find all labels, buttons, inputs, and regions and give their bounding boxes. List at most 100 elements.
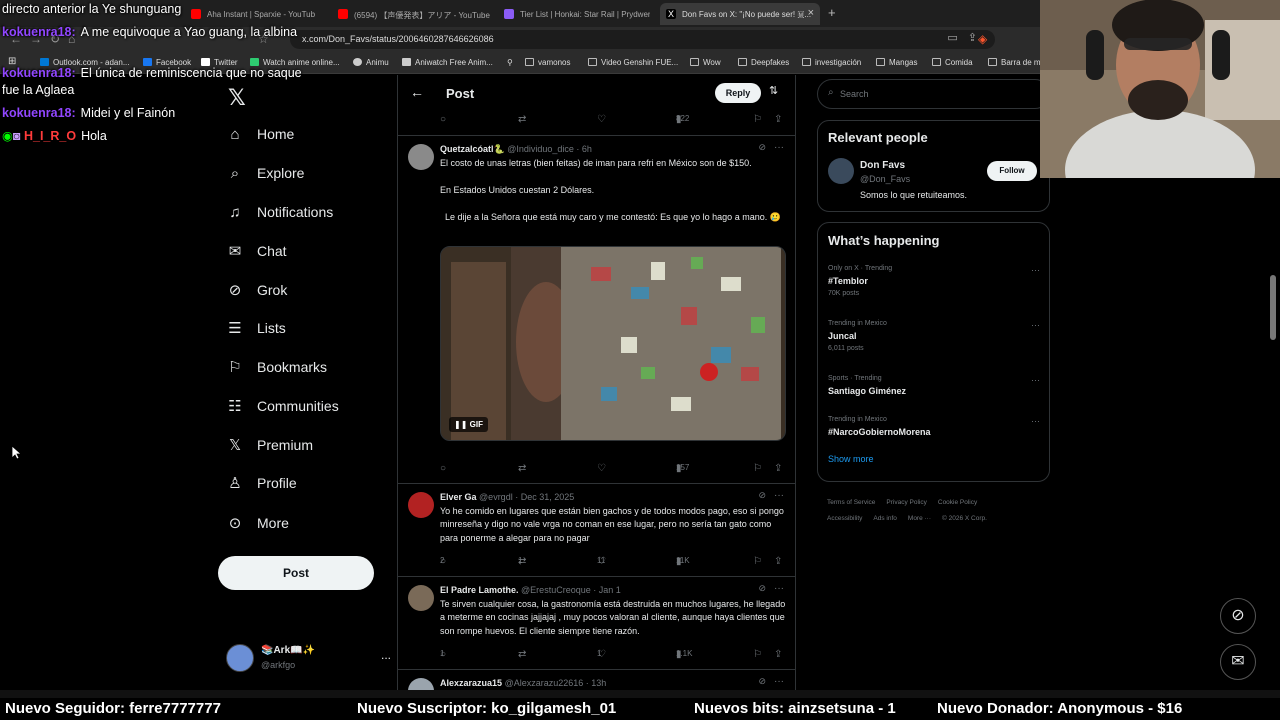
nav-lists[interactable]: ☰ Lists bbox=[226, 313, 286, 343]
bookmark-folder-deepfakes[interactable]: Deepfakes bbox=[738, 58, 789, 67]
bookmark-aniwatch[interactable]: Aniwatch Free Anim... bbox=[402, 58, 493, 67]
prydwen-icon bbox=[504, 9, 514, 19]
tab-prydwen[interactable]: Tier List | Honkai: Star Rail | Prydwen bbox=[498, 3, 650, 25]
avatar[interactable] bbox=[828, 158, 854, 184]
bookmark-folder-barra[interactable]: Barra de m bbox=[988, 58, 1041, 67]
filter-icon[interactable]: ⇅ bbox=[769, 84, 778, 97]
person-icon: ♙ bbox=[228, 475, 242, 492]
nav-premium[interactable]: 𝕏 Premium bbox=[226, 430, 313, 460]
person-name[interactable]: Don Favs bbox=[860, 160, 905, 171]
retweet-icon[interactable]: ⇄ bbox=[518, 114, 526, 125]
footer-link[interactable]: Ads info bbox=[873, 515, 897, 522]
trend-item[interactable]: Trending in Mexico Juncal 6,011 posts ··… bbox=[828, 320, 1040, 352]
bookmark-icon[interactable]: ⚐ bbox=[753, 556, 762, 567]
url-input[interactable]: x.com/Don_Favs/status/200646028764662608… bbox=[290, 30, 995, 49]
more-dots-icon[interactable]: ··· bbox=[1031, 375, 1040, 385]
nav-home[interactable]: ⌂ Home bbox=[226, 119, 294, 149]
like-icon[interactable]: ♡ bbox=[597, 114, 606, 125]
footer-link[interactable]: Accessibility bbox=[827, 515, 862, 522]
bookmark-folder-mangas[interactable]: Mangas bbox=[876, 58, 917, 67]
tweet-header: Quetzalcóatl🐍 @Individuo_dice · 6h bbox=[440, 144, 592, 154]
footer-link[interactable]: Terms of Service bbox=[827, 499, 875, 506]
new-tab-button[interactable]: + bbox=[828, 5, 836, 20]
reply-icon[interactable]: ○ bbox=[440, 114, 446, 125]
bookmark-folder-investigacion[interactable]: investigación bbox=[802, 58, 861, 67]
bookmark-animu[interactable]: Animu bbox=[353, 58, 389, 67]
back-arrow-icon[interactable]: ← bbox=[410, 84, 424, 100]
grok-icon[interactable]: ⊘ bbox=[758, 676, 766, 687]
bookmark-icon[interactable]: ⚐ bbox=[753, 114, 762, 125]
grok-fab-icon[interactable]: ⊘ bbox=[1220, 598, 1256, 634]
share-icon[interactable]: ⇪ bbox=[774, 114, 782, 125]
gif-badge[interactable]: ❚❚ GIF bbox=[449, 417, 488, 432]
grok-icon: ⊘ bbox=[228, 282, 242, 299]
share-icon[interactable]: ⇪ bbox=[774, 556, 782, 567]
bookmark-icon[interactable]: ⚐ bbox=[753, 649, 762, 660]
nav-bookmarks[interactable]: ⚐ Bookmarks bbox=[226, 352, 327, 382]
follow-button[interactable]: Follow bbox=[987, 161, 1037, 181]
post-button[interactable]: Post bbox=[218, 556, 374, 590]
trend-item[interactable]: Sports · Trending Santiago Giménez ··· bbox=[828, 375, 1040, 396]
footer-link[interactable]: More ··· bbox=[908, 515, 931, 522]
grok-icon[interactable]: ⊘ bbox=[758, 142, 766, 153]
more-dots-icon[interactable]: ··· bbox=[1031, 320, 1040, 330]
tweet[interactable]: Alexzarazua15 @Alexzarazu22616 · 13h ⊘ ·… bbox=[398, 669, 795, 690]
trend-item[interactable]: Trending in Mexico #NarcoGobiernoMorena … bbox=[828, 416, 1040, 437]
pin-icon[interactable]: ⚲ bbox=[507, 58, 513, 67]
like-icon[interactable]: ♡ bbox=[597, 463, 606, 474]
footer-link[interactable]: Privacy Policy bbox=[886, 499, 926, 506]
retweet-icon[interactable]: ⇄ bbox=[518, 463, 526, 474]
more-dots-icon[interactable]: ... bbox=[381, 648, 391, 662]
nav-explore[interactable]: ⌕ Explore bbox=[226, 158, 305, 188]
list-icon: ☰ bbox=[228, 320, 242, 337]
reply-icon[interactable]: ○ bbox=[440, 463, 446, 474]
bookmark-folder-comida[interactable]: Comida bbox=[932, 58, 973, 67]
folder-icon bbox=[932, 58, 941, 66]
account-switcher[interactable]: 📚Ark📖✨ @arkfgo ... bbox=[226, 642, 391, 678]
messages-fab-icon[interactable]: ✉ bbox=[1220, 644, 1256, 680]
nav-profile[interactable]: ♙ Profile bbox=[226, 468, 296, 498]
tweet-gif[interactable]: ❚❚ GIF bbox=[440, 246, 786, 441]
scrollbar[interactable] bbox=[1270, 275, 1276, 340]
left-navigation: 𝕏 ⌂ Home ⌕ Explore ♫ Notifications ✉ Chat ⊘ G… bbox=[218, 75, 396, 690]
tweet-header: Alexzarazua15 @Alexzarazu22616 · 13h bbox=[440, 678, 607, 688]
nav-more[interactable]: ⊙ More bbox=[226, 508, 289, 538]
folder-icon bbox=[802, 58, 811, 66]
reply-button[interactable]: Reply bbox=[715, 83, 761, 103]
search-input[interactable]: ⌕ Search bbox=[817, 79, 1050, 109]
close-tab-icon[interactable]: × bbox=[808, 7, 814, 19]
nav-chat[interactable]: ✉ Chat bbox=[226, 236, 287, 266]
nav-grok[interactable]: ⊘ Grok bbox=[226, 275, 288, 305]
tab-youtube-aria[interactable]: (6594) 【声優発表】アリア - YouTube bbox=[332, 3, 492, 25]
tweet[interactable]: Elver Ga @evrgdl · Dec 31, 2025 ⊘ ··· Yo… bbox=[398, 483, 795, 576]
tab-don-favs[interactable]: X Don Favs on X: "¡No puede ser! 🇲... × bbox=[660, 3, 820, 25]
more-dots-icon[interactable]: ··· bbox=[774, 490, 784, 501]
bookmark-folder-vamonos[interactable]: vamonos bbox=[525, 58, 570, 67]
more-dots-icon[interactable]: ··· bbox=[774, 142, 784, 153]
share-icon[interactable]: ⇪ bbox=[774, 463, 782, 474]
tweet-actions: ○ 2 ⇄ 1 ♡ 11 ▮ 11K ⚐ ⇪ bbox=[440, 556, 783, 567]
footer-link[interactable]: Cookie Policy bbox=[938, 499, 977, 506]
more-dots-icon[interactable]: ··· bbox=[1031, 265, 1040, 275]
more-circle-icon: ⊙ bbox=[228, 515, 242, 532]
show-more-link[interactable]: Show more bbox=[828, 454, 874, 464]
grok-icon[interactable]: ⊘ bbox=[758, 490, 766, 501]
more-dots-icon[interactable]: ··· bbox=[1031, 416, 1040, 426]
more-dots-icon[interactable]: ··· bbox=[774, 676, 784, 687]
bookmark-folder-wow[interactable]: Wow bbox=[690, 58, 721, 67]
tweet[interactable]: Quetzalcóatl🐍 @Individuo_dice · 6h ⊘ ···… bbox=[398, 135, 795, 482]
grok-icon[interactable]: ⊘ bbox=[758, 583, 766, 594]
brave-shield-icon[interactable]: ◈ bbox=[978, 32, 987, 46]
bookmark-icon: ⚐ bbox=[228, 359, 242, 376]
copyright: © 2026 X Corp. bbox=[942, 515, 987, 522]
bookmark-icon[interactable]: ⚐ bbox=[753, 463, 762, 474]
share-icon[interactable]: ⇪ bbox=[774, 649, 782, 660]
tweet-actions: ○ ⇄ ♡ ▮ 822 ⚐ ⇪ bbox=[440, 114, 783, 125]
more-dots-icon[interactable]: ··· bbox=[774, 583, 784, 594]
nav-communities[interactable]: ☷ Communities bbox=[226, 391, 338, 421]
nav-notifications[interactable]: ♫ Notifications bbox=[226, 197, 333, 227]
trend-item[interactable]: Only on X · Trending #Temblor 70K posts … bbox=[828, 265, 1040, 297]
tweet[interactable]: El Padre Lamothe. @ErestuCreoque · Jan 1… bbox=[398, 576, 795, 669]
bookmark-folder-genshin[interactable]: Video Genshin FUE... bbox=[588, 58, 678, 67]
person-bio: Somos lo que retuiteamos. bbox=[860, 190, 968, 200]
